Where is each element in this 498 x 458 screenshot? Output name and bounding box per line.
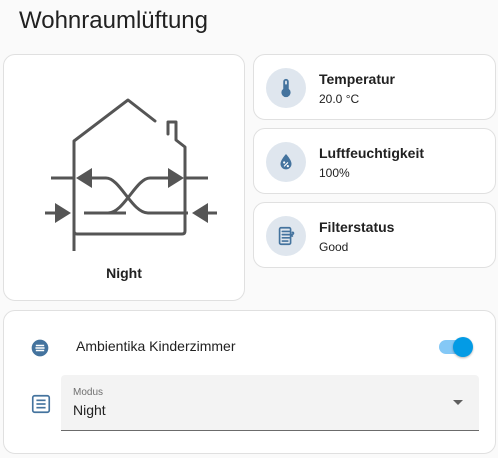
sensor-value: 100% — [319, 166, 350, 180]
thermometer-icon — [266, 68, 306, 108]
mode-select-value: Night — [73, 402, 106, 418]
dropdown-arrow-icon[interactable] — [453, 400, 463, 405]
sensor-card-filter[interactable]: Filterstatus Good — [253, 202, 496, 268]
ventilation-unit-card[interactable]: Night — [3, 54, 245, 301]
sensor-value: 20.0 °C — [319, 92, 360, 106]
mode-select-label: Modus — [73, 387, 104, 398]
sensor-value: Good — [319, 240, 349, 254]
sensor-name: Temperatur — [319, 71, 395, 87]
unit-mode-label: Night — [106, 265, 142, 281]
fan-entity-name[interactable]: Ambientika Kinderzimmer — [76, 338, 236, 354]
air-filter-icon — [266, 216, 306, 256]
mode-select[interactable]: Modus Night — [61, 375, 479, 431]
page-title: Wohnraumlüftung — [19, 7, 208, 34]
fan-toggle[interactable] — [437, 337, 473, 357]
fan-icon — [31, 339, 49, 357]
sensor-name: Luftfeuchtigkeit — [319, 145, 424, 161]
form-select-icon — [31, 394, 51, 414]
sensor-card-temperature[interactable]: Temperatur 20.0 °C — [253, 54, 496, 120]
entities-card: Ambientika Kinderzimmer Modus Night — [3, 310, 496, 454]
heat-recovery-house-icon — [45, 98, 217, 251]
humidity-icon — [266, 142, 306, 182]
sensor-name: Filterstatus — [319, 219, 395, 235]
sensor-card-humidity[interactable]: Luftfeuchtigkeit 100% — [253, 128, 496, 194]
toggle-knob — [453, 337, 473, 357]
